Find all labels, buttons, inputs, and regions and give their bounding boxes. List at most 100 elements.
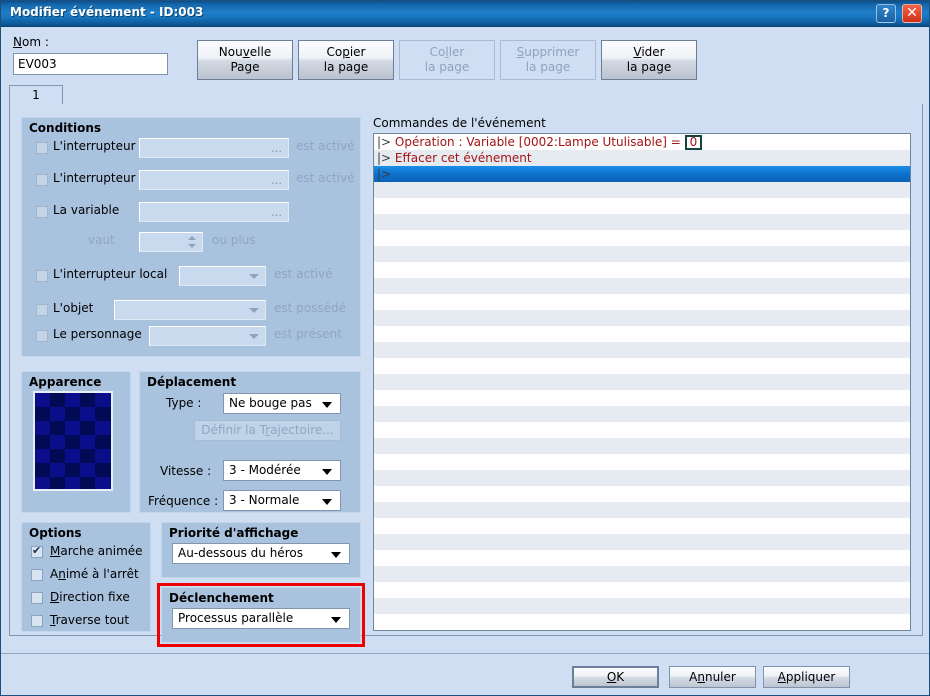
character-sprite-preview[interactable]: [33, 391, 113, 491]
option-through-checkbox[interactable]: [31, 615, 43, 627]
command-row-empty[interactable]: [374, 198, 910, 214]
command-row-empty[interactable]: [374, 310, 910, 326]
condition-switch1-field[interactable]: …: [139, 138, 289, 158]
command-row-empty[interactable]: [374, 438, 910, 454]
condition-object-label: L'objet: [53, 301, 94, 315]
command-row-empty[interactable]: [374, 182, 910, 198]
move-speed-combo[interactable]: 3 - Modérée: [223, 460, 341, 481]
command-row-empty[interactable]: [374, 486, 910, 502]
condition-variable-vaut-label: vaut: [88, 233, 115, 247]
copy-page-button[interactable]: Copier la page: [298, 40, 394, 80]
option-fixed-direction-label: Direction fixe: [50, 590, 130, 604]
copy-page-line2: la page: [323, 60, 369, 74]
name-input[interactable]: [13, 53, 168, 75]
move-type-combo[interactable]: Ne bouge pas: [223, 393, 341, 414]
condition-switch1-label: L'interrupteur: [53, 139, 136, 153]
condition-character-suffix: est présent: [274, 327, 342, 341]
condition-object-suffix: est possédé: [274, 301, 346, 315]
condition-localswitch-combo[interactable]: [179, 266, 266, 286]
condition-variable-checkbox[interactable]: [36, 206, 48, 218]
new-page-line2: Page: [230, 60, 260, 74]
command-row-empty[interactable]: [374, 566, 910, 582]
condition-character-label: Le personnage: [53, 327, 142, 341]
option-fixed-direction-checkbox[interactable]: [31, 592, 43, 604]
command-row-empty[interactable]: [374, 262, 910, 278]
close-icon[interactable]: ✕: [902, 4, 922, 23]
ok-button[interactable]: OK: [572, 666, 659, 688]
title-bar: Modifier événement - ID:003 ? ✕: [1, 1, 929, 27]
command-prefix: |>: [377, 135, 392, 149]
copy-page-line1: Copier: [326, 45, 366, 59]
move-freq-combo[interactable]: 3 - Normale: [223, 490, 341, 511]
cancel-button[interactable]: Annuler: [669, 666, 756, 688]
command-row-empty[interactable]: [374, 294, 910, 310]
declenchement-combo[interactable]: Processus parallèle: [172, 608, 350, 629]
command-boxed-value[interactable]: 0: [684, 135, 703, 150]
command-row-empty[interactable]: [374, 214, 910, 230]
command-row-empty[interactable]: [374, 342, 910, 358]
apparence-group: Apparence: [21, 371, 131, 513]
spinner-up-icon[interactable]: [188, 236, 196, 240]
command-prefix: |>: [377, 151, 392, 165]
option-stop-animation-checkbox[interactable]: [31, 569, 43, 581]
condition-variable-ouplus-label: ou plus: [212, 233, 256, 247]
sprite-checker-pattern: [35, 393, 111, 489]
command-row-empty[interactable]: [374, 598, 910, 614]
page-tab-strip: 1: [9, 85, 923, 105]
command-row-empty[interactable]: [374, 582, 910, 598]
command-row-empty[interactable]: [374, 614, 910, 630]
tab-page-1[interactable]: 1: [9, 85, 63, 105]
spinner-down-icon[interactable]: [188, 244, 196, 248]
chevron-down-icon: [322, 402, 332, 408]
condition-localswitch-checkbox[interactable]: [36, 270, 48, 282]
deplacement-legend: Déplacement: [147, 375, 237, 389]
chevron-down-icon: [249, 334, 259, 339]
command-prefix: |>: [377, 167, 392, 181]
condition-variable-spinner[interactable]: [139, 232, 203, 252]
condition-variable-field[interactable]: …: [139, 202, 289, 222]
command-row-empty[interactable]: [374, 470, 910, 486]
command-row-empty[interactable]: [374, 550, 910, 566]
command-row-empty[interactable]: [374, 326, 910, 342]
command-row-empty[interactable]: [374, 518, 910, 534]
command-row-empty[interactable]: [374, 390, 910, 406]
options-legend: Options: [29, 526, 82, 540]
command-row-empty[interactable]: [374, 246, 910, 262]
condition-object-combo[interactable]: [114, 300, 266, 320]
edit-event-dialog: Modifier événement - ID:003 ? ✕ Nom : No…: [0, 0, 930, 696]
help-icon[interactable]: ?: [876, 4, 896, 23]
condition-switch1-suffix: est activé: [296, 139, 355, 153]
priorite-group: Priorité d'affichage Au-dessous du héros: [161, 522, 361, 578]
move-freq-value: 3 - Normale: [229, 493, 300, 507]
priorite-legend: Priorité d'affichage: [169, 526, 299, 540]
ellipsis-icon: …: [271, 142, 283, 155]
option-walk-animation-checkbox[interactable]: [31, 544, 43, 558]
apply-button[interactable]: Appliquer: [763, 666, 850, 688]
condition-object-checkbox[interactable]: [36, 304, 48, 316]
command-row-empty[interactable]: [374, 358, 910, 374]
commands-list[interactable]: |> Opération : Variable [0002:Lampe Utul…: [373, 133, 911, 631]
clear-page-button[interactable]: Vider la page: [601, 40, 697, 80]
priorite-combo[interactable]: Au-dessous du héros: [172, 543, 350, 564]
paste-page-line1: Coller: [429, 45, 465, 59]
command-row-empty[interactable]: [374, 502, 910, 518]
command-row-empty[interactable]: [374, 374, 910, 390]
move-type-value: Ne bouge pas: [229, 396, 312, 410]
condition-character-combo[interactable]: [149, 326, 266, 346]
condition-switch2-field[interactable]: …: [139, 170, 289, 190]
command-row-empty[interactable]: [374, 278, 910, 294]
command-row-empty[interactable]: [374, 454, 910, 470]
condition-character-checkbox[interactable]: [36, 330, 48, 342]
command-row[interactable]: |>: [374, 166, 910, 182]
command-row[interactable]: |> Effacer cet événement: [374, 150, 910, 166]
deplacement-group: Déplacement Type : Ne bouge pas Définir …: [139, 371, 361, 513]
condition-switch2-checkbox[interactable]: [36, 174, 48, 186]
condition-switch1-checkbox[interactable]: [36, 142, 48, 154]
new-page-button[interactable]: Nouvelle Page: [197, 40, 293, 80]
command-row[interactable]: |> Opération : Variable [0002:Lampe Utul…: [374, 134, 910, 150]
conditions-group: Conditions L'interrupteur … est activé L…: [21, 117, 361, 357]
command-row-empty[interactable]: [374, 534, 910, 550]
command-row-empty[interactable]: [374, 422, 910, 438]
command-row-empty[interactable]: [374, 406, 910, 422]
command-row-empty[interactable]: [374, 230, 910, 246]
